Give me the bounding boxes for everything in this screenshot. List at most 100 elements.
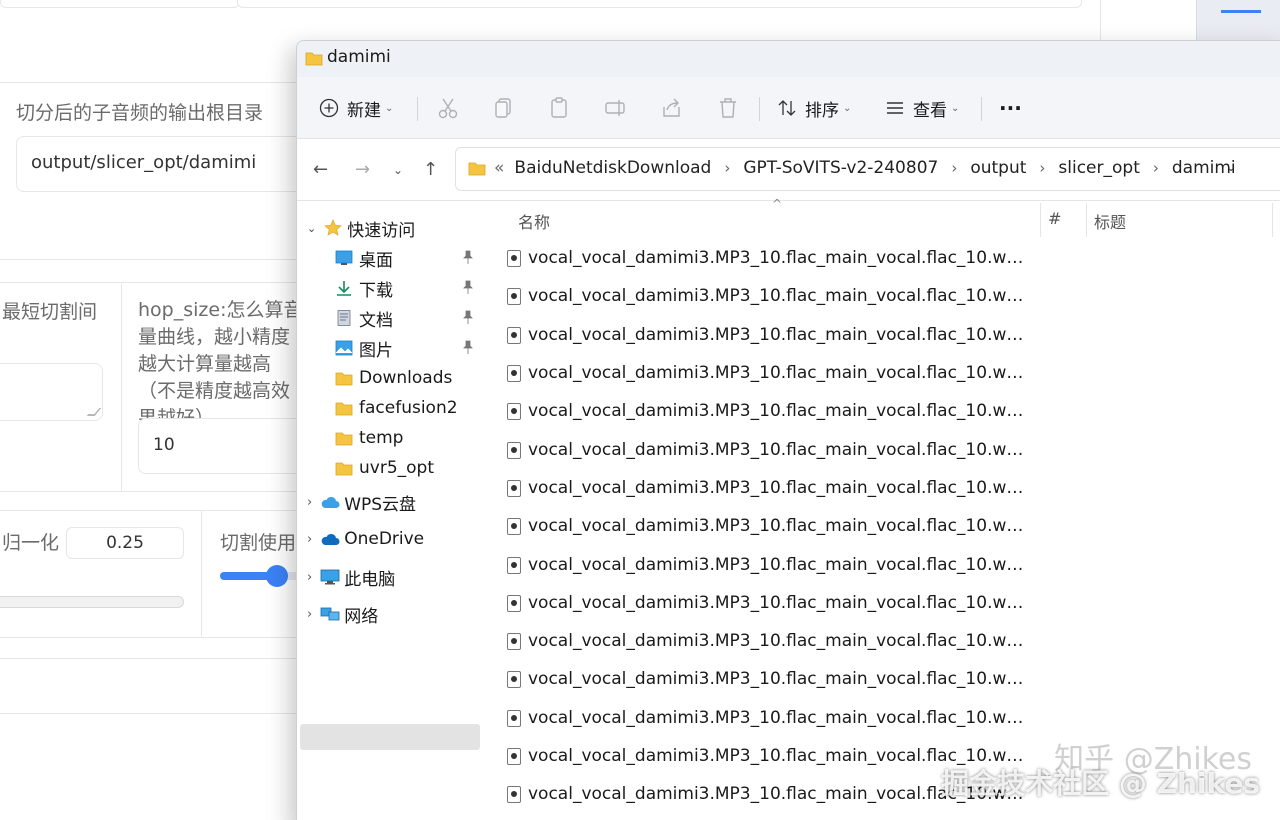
normalize-slider[interactable] xyxy=(0,596,184,608)
sort-up-icon: ^ xyxy=(772,197,783,211)
file-row[interactable]: vocal_vocal_damimi3.MP3_10.flac_main_voc… xyxy=(507,664,1027,694)
plus-circle-icon xyxy=(319,98,339,118)
nav-item-desktop[interactable]: 桌面 xyxy=(335,245,485,271)
separator xyxy=(981,97,982,121)
pin-icon[interactable] xyxy=(463,310,473,324)
file-row[interactable]: vocal_vocal_damimi3.MP3_10.flac_main_voc… xyxy=(507,550,1027,580)
file-name: vocal_vocal_damimi3.MP3_10.flac_main_voc… xyxy=(528,478,1027,498)
normalize-number-input[interactable]: 0.25 xyxy=(66,527,184,559)
sort-button[interactable]: 排序 ⌄ xyxy=(777,93,851,123)
pin-icon[interactable] xyxy=(463,280,473,294)
nav-quick-access[interactable]: ⌄ 快速访问 xyxy=(307,215,415,241)
pin-icon[interactable] xyxy=(463,250,473,264)
cut-icon[interactable] xyxy=(435,95,461,121)
resize-grip-icon[interactable] xyxy=(86,408,102,416)
breadcrumb-item[interactable]: GPT-SoVITS-v2-240807 xyxy=(743,158,938,178)
file-name: vocal_vocal_damimi3.MP3_10.flac_main_voc… xyxy=(528,286,1027,306)
nav-selection-highlight xyxy=(300,724,480,750)
min-interval-textarea[interactable] xyxy=(0,363,103,421)
chevron-down-icon[interactable]: ⌄ xyxy=(1226,160,1236,174)
file-name: vocal_vocal_damimi3.MP3_10.flac_main_voc… xyxy=(528,669,1027,689)
nav-this-pc[interactable]: › 此电脑 xyxy=(307,564,395,590)
audio-file-icon xyxy=(507,402,521,420)
chevron-right-icon[interactable]: › xyxy=(307,495,312,510)
column-divider[interactable] xyxy=(1086,203,1087,237)
file-row[interactable]: vocal_vocal_damimi3.MP3_10.flac_main_voc… xyxy=(507,320,1027,350)
nav-item-pictures[interactable]: 图片 xyxy=(335,335,485,361)
nav-item-download[interactable]: 下载 xyxy=(335,275,485,301)
column-header-name[interactable]: 名称 xyxy=(518,209,550,233)
breadcrumb-overflow[interactable]: « xyxy=(494,158,504,178)
column-header-title[interactable]: 标题 xyxy=(1094,209,1126,233)
top-field-left[interactable] xyxy=(0,0,240,8)
more-options-button[interactable]: ··· xyxy=(999,93,1022,123)
paste-icon[interactable] xyxy=(547,95,573,121)
nav-item-uvr5-opt[interactable]: uvr5_opt xyxy=(335,455,434,481)
chevron-right-icon[interactable]: › xyxy=(307,570,312,585)
audio-file-icon xyxy=(507,747,521,765)
share-icon[interactable] xyxy=(659,95,685,121)
nav-item-documents[interactable]: 文档 xyxy=(335,305,485,331)
file-row[interactable]: vocal_vocal_damimi3.MP3_10.flac_main_voc… xyxy=(507,281,1027,311)
chevron-right-icon[interactable]: › xyxy=(1153,159,1159,177)
nav-wps-cloud[interactable]: › WPS云盘 xyxy=(307,489,416,515)
forward-arrow-icon[interactable]: → xyxy=(355,159,370,180)
file-row[interactable]: vocal_vocal_damimi3.MP3_10.flac_main_voc… xyxy=(507,243,1027,273)
slice-use-slider-thumb[interactable] xyxy=(266,565,288,587)
hop-size-input[interactable]: 10 xyxy=(138,418,318,474)
copy-icon[interactable] xyxy=(491,95,517,121)
breadcrumb-item[interactable]: slicer_opt xyxy=(1058,158,1139,178)
column-header-number[interactable]: # xyxy=(1048,209,1061,228)
chevron-down-icon: ⌄ xyxy=(951,102,960,114)
file-row[interactable]: vocal_vocal_damimi3.MP3_10.flac_main_voc… xyxy=(507,473,1027,503)
nav-label: 图片 xyxy=(359,340,393,361)
nav-label: temp xyxy=(359,428,404,448)
sort-label: 排序 xyxy=(805,100,839,121)
chevron-right-icon[interactable]: › xyxy=(307,607,312,622)
rename-icon[interactable] xyxy=(603,95,629,121)
delete-icon[interactable] xyxy=(715,95,741,121)
nav-label: 网络 xyxy=(344,606,379,627)
title-bar[interactable]: damimi xyxy=(297,41,1280,77)
file-row[interactable]: vocal_vocal_damimi3.MP3_10.flac_main_voc… xyxy=(507,511,1027,541)
top-field-right[interactable] xyxy=(237,0,1082,8)
recent-dropdown-icon[interactable]: ⌄ xyxy=(393,163,403,177)
right-divider xyxy=(1100,0,1101,40)
column-divider[interactable] xyxy=(1040,203,1041,237)
chevron-right-icon[interactable]: › xyxy=(1039,159,1045,177)
sort-icon xyxy=(778,100,796,116)
audio-file-icon xyxy=(507,249,521,267)
chevron-right-icon[interactable]: › xyxy=(307,532,312,547)
output-dir-input[interactable]: output/slicer_opt/damimi xyxy=(16,136,316,192)
file-row[interactable]: vocal_vocal_damimi3.MP3_10.flac_main_voc… xyxy=(507,358,1027,388)
nav-network[interactable]: › 网络 xyxy=(307,601,378,627)
nav-item-facefusion2[interactable]: facefusion2 xyxy=(335,395,458,421)
file-row[interactable]: vocal_vocal_damimi3.MP3_10.flac_main_voc… xyxy=(507,703,1027,733)
folder-icon xyxy=(335,462,353,475)
new-button[interactable]: 新建 ⌄ xyxy=(319,93,393,123)
nav-label: OneDrive xyxy=(344,529,425,549)
view-button[interactable]: 查看 ⌄ xyxy=(885,93,959,123)
pin-icon[interactable] xyxy=(463,340,473,354)
nav-item-temp[interactable]: temp xyxy=(335,425,403,451)
file-row[interactable]: vocal_vocal_damimi3.MP3_10.flac_main_voc… xyxy=(507,626,1027,656)
breadcrumb-item[interactable]: output xyxy=(970,158,1026,178)
back-arrow-icon[interactable]: ← xyxy=(313,159,328,180)
file-row[interactable]: vocal_vocal_damimi3.MP3_10.flac_main_voc… xyxy=(507,396,1027,426)
up-arrow-icon[interactable]: ↑ xyxy=(423,159,438,180)
audio-file-icon xyxy=(507,441,521,459)
file-row[interactable]: vocal_vocal_damimi3.MP3_10.flac_main_voc… xyxy=(507,588,1027,618)
chevron-right-icon[interactable]: › xyxy=(951,159,957,177)
file-row[interactable]: vocal_vocal_damimi3.MP3_10.flac_main_voc… xyxy=(507,435,1027,465)
address-bar[interactable]: « BaiduNetdiskDownload › GPT-SoVITS-v2-2… xyxy=(455,147,1280,191)
address-row: ← → ⌄ ↑ « BaiduNetdiskDownload › GPT-SoV… xyxy=(297,139,1280,201)
chevron-right-icon[interactable]: › xyxy=(724,159,730,177)
column-divider[interactable] xyxy=(1272,203,1273,237)
cloud-icon xyxy=(321,496,340,508)
audio-file-icon xyxy=(507,517,521,535)
file-explorer-window: damimi 新建 ⌄ 排序 ⌄ 查看 ⌄ ··· ← → ⌄ ↑ « Baid… xyxy=(296,40,1280,820)
nav-onedrive[interactable]: › OneDrive xyxy=(307,526,424,552)
breadcrumb-item[interactable]: BaiduNetdiskDownload xyxy=(514,158,711,178)
nav-item-downloads[interactable]: Downloads xyxy=(335,365,452,391)
nav-label: 下载 xyxy=(359,280,393,301)
